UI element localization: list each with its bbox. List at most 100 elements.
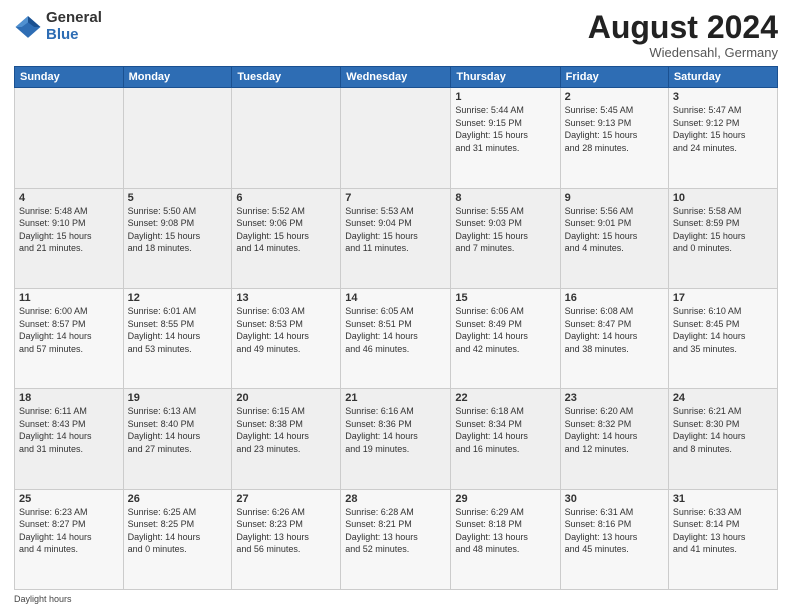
header: General Blue August 2024 Wiedensahl, Ger… <box>14 10 778 60</box>
day-info: Sunrise: 5:58 AM Sunset: 8:59 PM Dayligh… <box>673 205 773 255</box>
day-number: 21 <box>345 392 446 404</box>
day-number: 13 <box>236 292 336 304</box>
day-number: 2 <box>565 91 664 103</box>
day-number: 28 <box>345 493 446 505</box>
calendar-cell: 13Sunrise: 6:03 AM Sunset: 8:53 PM Dayli… <box>232 288 341 388</box>
day-header-wednesday: Wednesday <box>341 67 451 88</box>
calendar-cell <box>232 88 341 188</box>
day-info: Sunrise: 6:08 AM Sunset: 8:47 PM Dayligh… <box>565 305 664 355</box>
day-number: 18 <box>19 392 119 404</box>
day-info: Sunrise: 5:50 AM Sunset: 9:08 PM Dayligh… <box>128 205 228 255</box>
day-info: Sunrise: 6:16 AM Sunset: 8:36 PM Dayligh… <box>345 405 446 455</box>
day-number: 14 <box>345 292 446 304</box>
day-info: Sunrise: 6:23 AM Sunset: 8:27 PM Dayligh… <box>19 506 119 556</box>
calendar-cell: 26Sunrise: 6:25 AM Sunset: 8:25 PM Dayli… <box>123 489 232 589</box>
day-info: Sunrise: 6:21 AM Sunset: 8:30 PM Dayligh… <box>673 405 773 455</box>
day-number: 26 <box>128 493 228 505</box>
calendar-cell <box>123 88 232 188</box>
day-number: 23 <box>565 392 664 404</box>
logo-general: General <box>46 10 102 27</box>
calendar-cell: 16Sunrise: 6:08 AM Sunset: 8:47 PM Dayli… <box>560 288 668 388</box>
calendar-cell: 23Sunrise: 6:20 AM Sunset: 8:32 PM Dayli… <box>560 389 668 489</box>
calendar-cell: 10Sunrise: 5:58 AM Sunset: 8:59 PM Dayli… <box>668 188 777 288</box>
day-info: Sunrise: 5:47 AM Sunset: 9:12 PM Dayligh… <box>673 104 773 154</box>
day-info: Sunrise: 5:55 AM Sunset: 9:03 PM Dayligh… <box>455 205 555 255</box>
day-header-friday: Friday <box>560 67 668 88</box>
day-number: 15 <box>455 292 555 304</box>
title-location: Wiedensahl, Germany <box>588 45 778 60</box>
day-number: 31 <box>673 493 773 505</box>
day-number: 9 <box>565 192 664 204</box>
week-row-1: 1Sunrise: 5:44 AM Sunset: 9:15 PM Daylig… <box>15 88 778 188</box>
day-number: 19 <box>128 392 228 404</box>
calendar-cell: 25Sunrise: 6:23 AM Sunset: 8:27 PM Dayli… <box>15 489 124 589</box>
day-info: Sunrise: 6:25 AM Sunset: 8:25 PM Dayligh… <box>128 506 228 556</box>
calendar-table: SundayMondayTuesdayWednesdayThursdayFrid… <box>14 66 778 590</box>
day-info: Sunrise: 5:52 AM Sunset: 9:06 PM Dayligh… <box>236 205 336 255</box>
day-number: 6 <box>236 192 336 204</box>
calendar-cell: 11Sunrise: 6:00 AM Sunset: 8:57 PM Dayli… <box>15 288 124 388</box>
calendar-cell: 6Sunrise: 5:52 AM Sunset: 9:06 PM Daylig… <box>232 188 341 288</box>
calendar-cell <box>15 88 124 188</box>
day-info: Sunrise: 5:48 AM Sunset: 9:10 PM Dayligh… <box>19 205 119 255</box>
day-header-tuesday: Tuesday <box>232 67 341 88</box>
day-info: Sunrise: 6:20 AM Sunset: 8:32 PM Dayligh… <box>565 405 664 455</box>
day-number: 7 <box>345 192 446 204</box>
day-header-thursday: Thursday <box>451 67 560 88</box>
day-info: Sunrise: 6:15 AM Sunset: 8:38 PM Dayligh… <box>236 405 336 455</box>
day-number: 22 <box>455 392 555 404</box>
day-info: Sunrise: 6:05 AM Sunset: 8:51 PM Dayligh… <box>345 305 446 355</box>
week-row-5: 25Sunrise: 6:23 AM Sunset: 8:27 PM Dayli… <box>15 489 778 589</box>
calendar-cell: 3Sunrise: 5:47 AM Sunset: 9:12 PM Daylig… <box>668 88 777 188</box>
day-number: 12 <box>128 292 228 304</box>
footer: Daylight hours <box>14 594 778 604</box>
day-number: 27 <box>236 493 336 505</box>
day-info: Sunrise: 6:31 AM Sunset: 8:16 PM Dayligh… <box>565 506 664 556</box>
logo-icon <box>14 13 42 41</box>
day-info: Sunrise: 6:06 AM Sunset: 8:49 PM Dayligh… <box>455 305 555 355</box>
calendar-cell: 21Sunrise: 6:16 AM Sunset: 8:36 PM Dayli… <box>341 389 451 489</box>
day-number: 8 <box>455 192 555 204</box>
day-info: Sunrise: 6:00 AM Sunset: 8:57 PM Dayligh… <box>19 305 119 355</box>
calendar-cell <box>341 88 451 188</box>
day-number: 16 <box>565 292 664 304</box>
day-number: 20 <box>236 392 336 404</box>
day-info: Sunrise: 6:18 AM Sunset: 8:34 PM Dayligh… <box>455 405 555 455</box>
title-month: August 2024 <box>588 10 778 45</box>
day-info: Sunrise: 5:53 AM Sunset: 9:04 PM Dayligh… <box>345 205 446 255</box>
day-info: Sunrise: 6:03 AM Sunset: 8:53 PM Dayligh… <box>236 305 336 355</box>
calendar-cell: 17Sunrise: 6:10 AM Sunset: 8:45 PM Dayli… <box>668 288 777 388</box>
day-header-saturday: Saturday <box>668 67 777 88</box>
week-row-4: 18Sunrise: 6:11 AM Sunset: 8:43 PM Dayli… <box>15 389 778 489</box>
calendar-cell: 20Sunrise: 6:15 AM Sunset: 8:38 PM Dayli… <box>232 389 341 489</box>
day-info: Sunrise: 6:29 AM Sunset: 8:18 PM Dayligh… <box>455 506 555 556</box>
daylight-label: Daylight hours <box>14 594 72 604</box>
day-info: Sunrise: 6:11 AM Sunset: 8:43 PM Dayligh… <box>19 405 119 455</box>
week-row-3: 11Sunrise: 6:00 AM Sunset: 8:57 PM Dayli… <box>15 288 778 388</box>
day-number: 17 <box>673 292 773 304</box>
day-number: 3 <box>673 91 773 103</box>
day-info: Sunrise: 5:45 AM Sunset: 9:13 PM Dayligh… <box>565 104 664 154</box>
calendar-cell: 4Sunrise: 5:48 AM Sunset: 9:10 PM Daylig… <box>15 188 124 288</box>
logo-blue: Blue <box>46 27 102 44</box>
logo-text: General Blue <box>46 10 102 43</box>
calendar-cell: 14Sunrise: 6:05 AM Sunset: 8:51 PM Dayli… <box>341 288 451 388</box>
header-row: SundayMondayTuesdayWednesdayThursdayFrid… <box>15 67 778 88</box>
calendar-cell: 28Sunrise: 6:28 AM Sunset: 8:21 PM Dayli… <box>341 489 451 589</box>
calendar-cell: 7Sunrise: 5:53 AM Sunset: 9:04 PM Daylig… <box>341 188 451 288</box>
day-number: 5 <box>128 192 228 204</box>
day-header-sunday: Sunday <box>15 67 124 88</box>
day-number: 30 <box>565 493 664 505</box>
day-info: Sunrise: 5:44 AM Sunset: 9:15 PM Dayligh… <box>455 104 555 154</box>
day-number: 4 <box>19 192 119 204</box>
calendar-cell: 29Sunrise: 6:29 AM Sunset: 8:18 PM Dayli… <box>451 489 560 589</box>
logo: General Blue <box>14 10 102 43</box>
day-info: Sunrise: 6:33 AM Sunset: 8:14 PM Dayligh… <box>673 506 773 556</box>
day-info: Sunrise: 6:28 AM Sunset: 8:21 PM Dayligh… <box>345 506 446 556</box>
calendar-cell: 24Sunrise: 6:21 AM Sunset: 8:30 PM Dayli… <box>668 389 777 489</box>
day-number: 1 <box>455 91 555 103</box>
calendar-cell: 31Sunrise: 6:33 AM Sunset: 8:14 PM Dayli… <box>668 489 777 589</box>
day-number: 24 <box>673 392 773 404</box>
calendar-cell: 27Sunrise: 6:26 AM Sunset: 8:23 PM Dayli… <box>232 489 341 589</box>
week-row-2: 4Sunrise: 5:48 AM Sunset: 9:10 PM Daylig… <box>15 188 778 288</box>
